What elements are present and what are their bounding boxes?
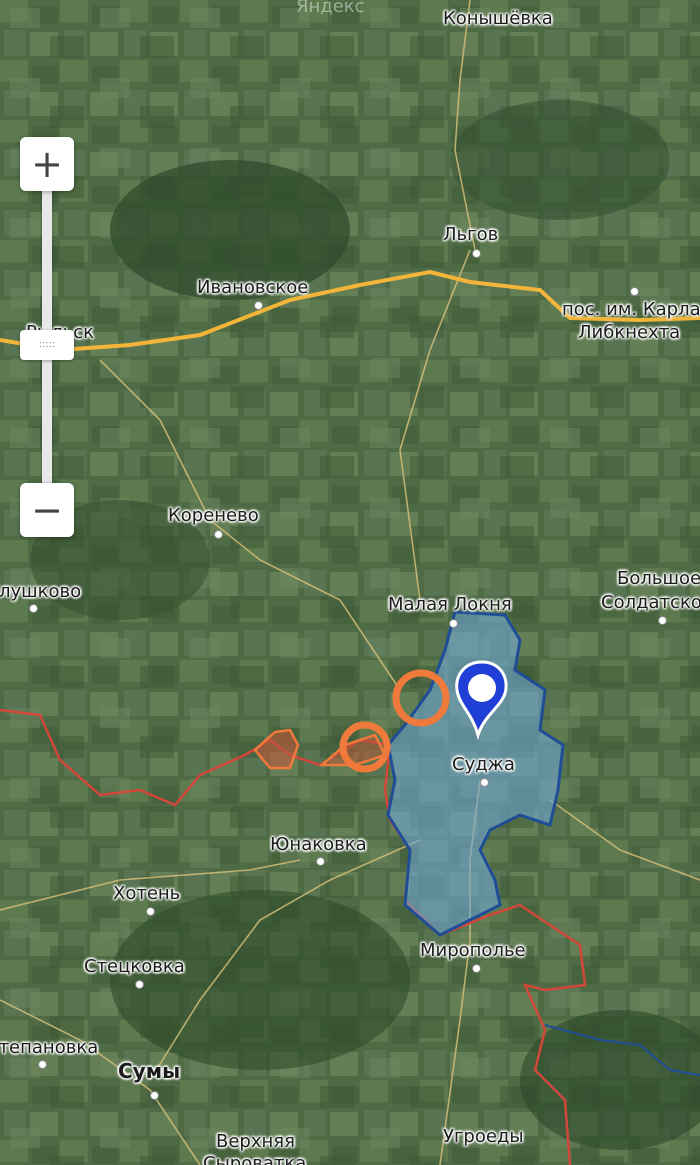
settlement-marker [254, 301, 263, 310]
settlement-marker [630, 287, 639, 296]
zoom-out-button[interactable]: − [20, 483, 74, 537]
place-label[interactable]: Угроеды [443, 1127, 524, 1147]
settlement-marker [658, 616, 667, 625]
place-label[interactable]: Миропольe [420, 941, 526, 961]
settlement-marker [472, 249, 481, 258]
settlement-marker [38, 1060, 47, 1069]
zoom-slider-handle[interactable]: ::::: [20, 330, 74, 360]
place-label[interactable]: Малая Локня [388, 595, 512, 615]
map-watermark: Яндекс [296, 0, 365, 17]
settlement-marker [29, 604, 38, 613]
settlement-marker [472, 964, 481, 973]
settlement-marker [449, 619, 458, 628]
place-label[interactable]: Степановка [0, 1038, 98, 1058]
place-label[interactable]: Солдатское [601, 593, 700, 613]
forest-area [450, 100, 670, 220]
place-label[interactable]: Верхняя [216, 1132, 295, 1152]
place-label[interactable]: Хотень [113, 884, 180, 904]
settlement-marker [146, 907, 155, 916]
place-label[interactable]: Коренево [168, 506, 259, 526]
map-view[interactable]: Яндекс Конышёвка Льгов Ивановское Рыльск… [0, 0, 700, 1165]
zoom-in-button[interactable]: + [20, 137, 74, 191]
place-label[interactable]: Сыроватка [203, 1154, 306, 1165]
place-label[interactable]: Стецковка [84, 957, 185, 977]
settlement-marker [150, 1091, 159, 1100]
place-label[interactable]: Суджа [452, 755, 515, 775]
place-label[interactable]: Сумы [118, 1061, 180, 1081]
place-label[interactable]: Ивановское [197, 278, 308, 298]
place-label[interactable]: пос. им. Карла [562, 300, 700, 320]
settlement-marker [480, 778, 489, 787]
forest-area [110, 890, 410, 1070]
settlement-marker [135, 980, 144, 989]
place-label[interactable]: Юнаковка [270, 835, 367, 855]
settlement-marker [316, 857, 325, 866]
place-label[interactable]: Глушково [0, 582, 81, 602]
zoom-control: + ::::: − [20, 137, 74, 537]
satellite-map-layer[interactable] [0, 0, 700, 1165]
place-label[interactable]: Конышёвка [443, 9, 553, 29]
settlement-marker [214, 530, 223, 539]
place-label[interactable]: Большое [617, 569, 700, 589]
place-label[interactable]: Льгов [443, 225, 498, 245]
place-label[interactable]: Либкнехта [578, 323, 680, 343]
